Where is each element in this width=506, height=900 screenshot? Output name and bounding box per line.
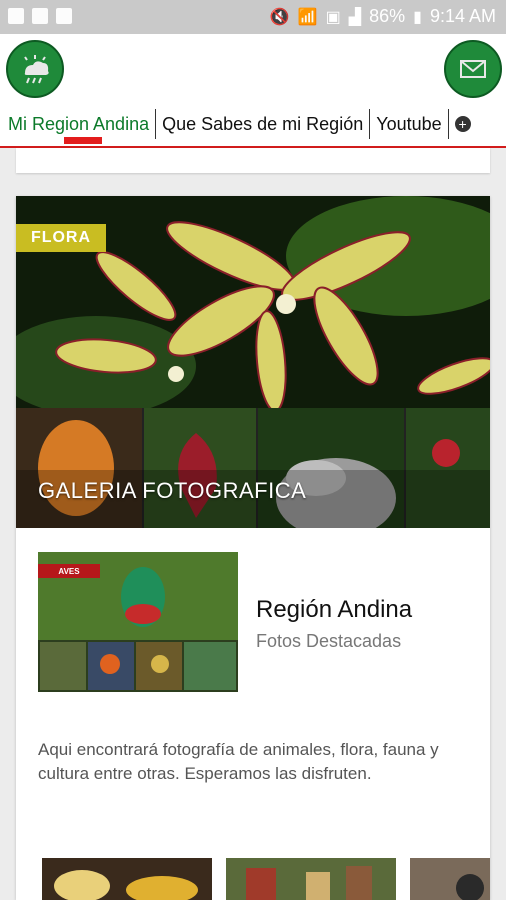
- tab-youtube[interactable]: Youtube: [370, 109, 447, 139]
- tab-divider: [447, 109, 449, 139]
- sim-icon: ▣: [325, 8, 341, 26]
- gallery-card: FLORA GALERIA FOTOGRAFICA AVES Región An…: [16, 196, 490, 900]
- wifi-icon: 📶: [297, 8, 318, 26]
- featured-thumbnail[interactable]: AVES: [38, 552, 238, 692]
- people-photo[interactable]: [226, 858, 396, 900]
- featured-title[interactable]: Región Andina: [256, 596, 412, 624]
- battery-percent: 86%: [369, 6, 406, 26]
- flora-badge: FLORA: [16, 224, 106, 252]
- status-bar: 🔇 📶 ▣ ▟ 86% ▮ 9:14 AM: [0, 0, 506, 34]
- plus-circle-icon[interactable]: +: [454, 116, 471, 132]
- more-thumbnails-row: [38, 858, 490, 900]
- news-icon: [56, 8, 72, 24]
- mail-icon: [460, 60, 486, 78]
- photo-gallery-banner[interactable]: GALERIA FOTOGRAFICA: [16, 408, 490, 528]
- weather-button[interactable]: [6, 40, 64, 98]
- people-photo-art: [226, 858, 396, 900]
- flora-image[interactable]: FLORA: [16, 196, 490, 408]
- craft-photo[interactable]: [410, 858, 490, 900]
- featured-subtitle: Fotos Destacadas: [256, 631, 402, 651]
- food-photo[interactable]: [42, 858, 212, 900]
- active-tab-indicator: [64, 137, 102, 144]
- mute-icon: 🔇: [269, 8, 290, 26]
- food-photo-art: [42, 858, 212, 900]
- battery-icon: ▮: [413, 8, 422, 26]
- previous-card: [16, 148, 490, 173]
- app-bar: [0, 34, 506, 102]
- gallery-title: GALERIA FOTOGRAFICA: [38, 478, 307, 503]
- image-icon: [8, 8, 24, 24]
- weather-cloud-icon: [24, 55, 49, 84]
- aves-badge: AVES: [38, 564, 100, 578]
- tab-que-sabes[interactable]: Que Sabes de mi Región: [156, 109, 369, 139]
- clock: 9:14 AM: [429, 6, 496, 26]
- craft-photo-art: [410, 858, 490, 900]
- mail-button[interactable]: [444, 40, 502, 98]
- facebook-icon: [32, 8, 48, 24]
- description-text: Aqui encontrará fotografía de animales, …: [38, 740, 439, 783]
- signal-icon: ▟: [348, 8, 362, 26]
- gallery-collage: [16, 408, 490, 528]
- tab-mi-region-andina[interactable]: Mi Region Andina: [0, 109, 155, 139]
